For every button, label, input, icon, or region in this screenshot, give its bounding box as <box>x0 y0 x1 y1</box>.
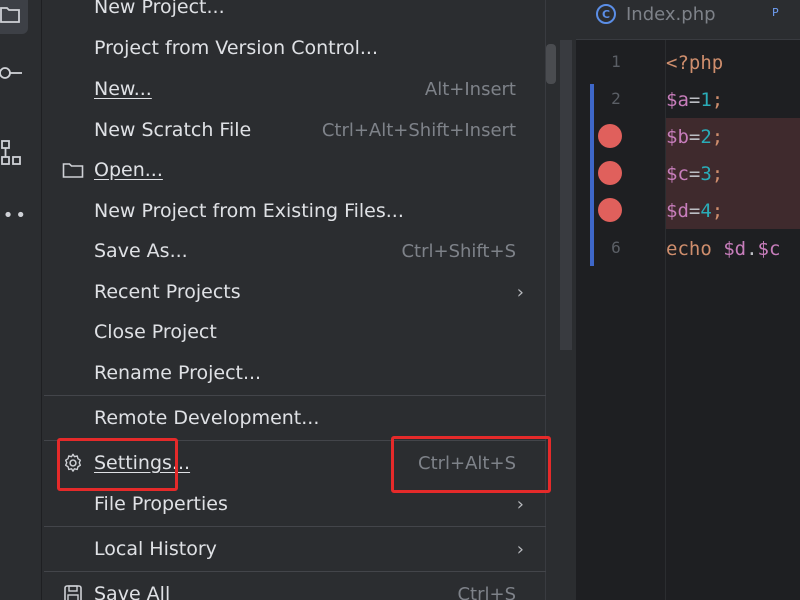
menu-item-new-project-from-existing[interactable]: New Project from Existing Files... <box>44 192 546 230</box>
code-line[interactable]: $a = 1; <box>666 81 723 118</box>
breakpoint-icon[interactable] <box>598 198 622 222</box>
menu-item-label: New Project from Existing Files... <box>94 200 404 222</box>
vcs-change-marker <box>590 84 594 266</box>
menu-item-shortcut: Alt+Insert <box>424 78 516 100</box>
menu-item-rename-project[interactable]: Rename Project... <box>44 354 546 392</box>
code-token: $c <box>666 162 689 185</box>
breakpoint-icon[interactable] <box>598 161 622 185</box>
code-token: = <box>688 199 701 222</box>
php-class-icon: C <box>596 4 616 24</box>
menu-item-label: File Properties <box>94 493 228 515</box>
menu-item-label: Save As... <box>94 240 188 262</box>
menu-item-recent-projects[interactable]: Recent Projects › <box>44 273 546 311</box>
code-token: 1 <box>700 88 712 111</box>
chevron-right-icon: › <box>516 538 524 560</box>
code-token: 3 <box>700 162 712 185</box>
code-token: 2 <box>700 125 712 148</box>
menu-item-label: Local History <box>94 538 217 560</box>
code-token: $b <box>666 125 689 148</box>
menu-item-new-scratch-file[interactable]: New Scratch File Ctrl+Alt+Shift+Insert <box>44 111 546 149</box>
commit-icon[interactable] <box>0 58 24 88</box>
code-token: = <box>688 162 701 185</box>
code-token: = <box>688 125 701 148</box>
menu-item-save-all[interactable]: Save All Ctrl+S <box>44 575 546 600</box>
code-line[interactable]: $c = 3; <box>666 155 723 192</box>
menu-item-label: New... <box>94 78 152 100</box>
line-number: 6 <box>611 238 621 257</box>
menu-separator <box>44 526 546 527</box>
code-token: $a <box>666 88 689 111</box>
tab-index-php[interactable]: C Index.php <box>596 0 716 28</box>
editor-scroll-track[interactable] <box>560 40 572 350</box>
code-token: $d <box>723 237 747 260</box>
menu-item-shortcut: Ctrl+Alt+Shift+Insert <box>321 119 516 141</box>
menu-item-label: Rename Project... <box>94 362 262 384</box>
code-token: ; <box>711 162 724 185</box>
chevron-right-icon: › <box>516 281 524 303</box>
menu-item-label: New Scratch File <box>94 119 252 141</box>
breakpoint-icon[interactable] <box>598 124 622 148</box>
menu-item-shortcut: Ctrl+S <box>457 583 516 600</box>
folder-icon <box>62 159 84 181</box>
menu-item-label: Project from Version Control... <box>94 37 379 59</box>
code-token: ; <box>711 199 724 222</box>
menu-item-project-from-vcs[interactable]: Project from Version Control... <box>44 29 546 67</box>
project-folder-icon[interactable] <box>0 0 28 34</box>
code-token: echo <box>666 237 724 260</box>
chevron-right-icon: › <box>516 493 524 515</box>
menu-item-new-project[interactable]: New Project... <box>44 0 546 26</box>
code-token: 4 <box>700 199 712 222</box>
menu-item-shortcut: Ctrl+Shift+S <box>401 240 516 262</box>
menu-item-label: Recent Projects <box>94 281 241 303</box>
menu-item-local-history[interactable]: Local History › <box>44 530 546 568</box>
settings-highlight-box <box>57 438 178 491</box>
menu-separator <box>44 395 546 396</box>
menu-item-save-as[interactable]: Save As... Ctrl+Shift+S <box>44 232 546 270</box>
line-number: 1 <box>611 52 621 71</box>
more-tools-icon[interactable]: ••• <box>0 200 26 230</box>
menu-item-new[interactable]: New... Alt+Insert <box>44 70 546 108</box>
code-token: ; <box>711 125 724 148</box>
code-token: ; <box>711 88 724 111</box>
structure-icon[interactable] <box>0 138 24 168</box>
menu-item-remote-development[interactable]: Remote Development... <box>44 399 546 437</box>
tab-overflow[interactable]: P <box>772 0 800 40</box>
editor-tab-bar: C Index.php P <box>576 0 800 40</box>
code-token: . <box>746 237 758 260</box>
code-line[interactable]: $b = 2; <box>666 118 723 155</box>
line-number: 2 <box>611 89 621 108</box>
menu-scrollbar-thumb[interactable] <box>546 44 556 84</box>
menu-item-open[interactable]: Open... <box>44 151 546 189</box>
save-icon <box>62 583 84 600</box>
tab-label: Index.php <box>626 3 716 25</box>
code-token: <?php <box>666 51 724 74</box>
menu-item-label: New Project... <box>94 0 225 18</box>
code-editor: C Index.php P 1 <?php 2 $a = 1; $b = 2; $c = 3; $d = 4… <box>576 0 800 600</box>
code-line[interactable]: $d = 4; <box>666 192 723 229</box>
menu-item-label: Close Project <box>94 321 217 343</box>
code-line[interactable]: echo $d. $c <box>666 230 780 267</box>
menu-item-label: Remote Development... <box>94 407 320 429</box>
file-menu: New Project... Project from Version Cont… <box>44 0 546 600</box>
code-token: $c <box>757 237 781 260</box>
code-line[interactable]: <?php <box>666 44 723 81</box>
menu-item-label: Save All <box>94 583 171 600</box>
menu-item-label: Open... <box>94 159 163 181</box>
menu-separator <box>44 571 546 572</box>
code-token: = <box>688 88 701 111</box>
code-token: $d <box>666 199 689 222</box>
tool-window-strip: ••• <box>0 0 42 600</box>
menu-item-close-project[interactable]: Close Project <box>44 313 546 351</box>
shortcut-highlight-box <box>391 436 551 493</box>
